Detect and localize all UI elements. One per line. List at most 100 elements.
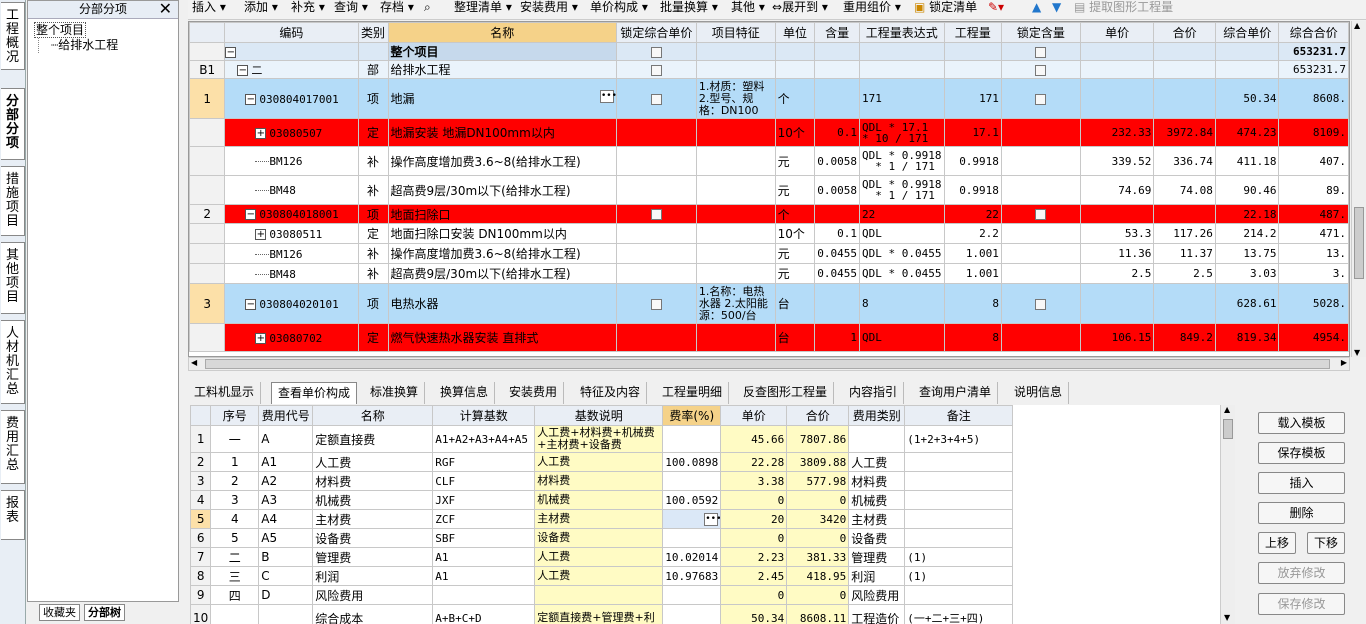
tab-description-info[interactable]: 说明信息 bbox=[1008, 382, 1070, 404]
row-index[interactable]: 9 bbox=[190, 585, 212, 605]
code-cell[interactable]: − bbox=[224, 42, 359, 61]
unit-price-cell[interactable]: 22.28 bbox=[720, 452, 788, 472]
note-cell[interactable] bbox=[904, 528, 1014, 548]
cost-row[interactable]: 2 1 A1 人工费 RGF 人工费 100.0898 22.28 3809.88 人工费 bbox=[190, 452, 1014, 472]
vtab-divisional-items[interactable]: 分部分项 bbox=[1, 88, 25, 160]
hscroll-thumb[interactable] bbox=[205, 359, 1330, 369]
type-cell[interactable]: 项 bbox=[357, 78, 389, 119]
price-cell[interactable] bbox=[1079, 60, 1155, 79]
quantity-cell[interactable] bbox=[943, 42, 1002, 61]
row-index[interactable]: 8 bbox=[190, 566, 212, 586]
col-unit[interactable]: 单位 bbox=[774, 22, 816, 43]
comp-price-cell[interactable]: 474.23 bbox=[1214, 118, 1280, 147]
quantity-cell[interactable]: 1.001 bbox=[943, 243, 1002, 264]
rate-cell[interactable]: 10.02014 bbox=[662, 547, 722, 567]
cost-code-cell[interactable]: A bbox=[258, 425, 314, 453]
lock-price-cell[interactable] bbox=[615, 323, 697, 352]
cost-name-cell[interactable]: 机械费 bbox=[312, 490, 434, 510]
expression-cell[interactable]: QDL * 17.1 * 10 / 171 bbox=[859, 118, 945, 147]
tab-query-user-list[interactable]: 查询用户清单 bbox=[913, 382, 999, 404]
bill-row[interactable]: BM48 补超高费9层/30m以下(给排水工程) 元 0.0058 QDL * 0.99… bbox=[189, 175, 1349, 205]
cost-code-cell[interactable]: A1 bbox=[258, 452, 314, 472]
collapse-icon[interactable]: − bbox=[245, 298, 257, 310]
lock-ratio-checkbox[interactable] bbox=[1035, 93, 1047, 105]
total-cell[interactable] bbox=[1153, 60, 1216, 79]
tab-content-guide[interactable]: 内容指引 bbox=[843, 382, 905, 404]
row-index[interactable]: 4 bbox=[190, 490, 212, 510]
features-cell[interactable]: 1.名称：电热水器 2.太阳能源：500/台 bbox=[695, 283, 776, 324]
arrow-up-icon[interactable]: ▲ bbox=[1032, 0, 1041, 14]
total-cell[interactable]: 336.74 bbox=[1153, 146, 1216, 176]
cost-row[interactable]: 7 二 B 管理费 A1 人工费 10.02014 2.23 381.33 管理费 (1) bbox=[190, 547, 1014, 567]
comp-price-cell[interactable]: 13.75 bbox=[1214, 243, 1280, 264]
comp-price-cell[interactable]: 50.34 bbox=[1214, 78, 1280, 119]
unit-price-cell[interactable]: 45.66 bbox=[720, 425, 788, 453]
features-cell[interactable] bbox=[695, 204, 776, 224]
bill-row[interactable]: 3−030804020101 项电热水器 1.名称：电热水器 2.太阳能源：500/… bbox=[189, 283, 1349, 324]
expression-cell[interactable]: QDL * 0.9918 * 1 / 171 bbox=[859, 146, 945, 176]
load-template-button[interactable]: 载入模板 bbox=[1258, 412, 1345, 434]
collapse-icon[interactable]: − bbox=[225, 46, 237, 58]
col-cost-code[interactable]: 费用代号 bbox=[258, 405, 314, 426]
col-seq[interactable]: 序号 bbox=[210, 405, 260, 426]
base-cell[interactable]: A1 bbox=[432, 547, 536, 567]
total-cell[interactable] bbox=[1153, 283, 1216, 324]
code-cell[interactable]: BM126 bbox=[224, 146, 359, 176]
base-desc-cell[interactable]: 机械费 bbox=[534, 490, 664, 510]
vtab-cost-summary[interactable]: 费用汇总 bbox=[1, 410, 25, 484]
scroll-up-icon[interactable]: ▲ bbox=[1354, 21, 1360, 30]
cost-row[interactable]: 4 3 A3 机械费 JXF 机械费 100.0592 0 0 机械费 bbox=[190, 490, 1014, 510]
collapse-icon[interactable]: − bbox=[245, 93, 257, 105]
col-type[interactable]: 类别 bbox=[357, 22, 389, 43]
cost-name-cell[interactable]: 主材费 bbox=[312, 509, 434, 529]
lock-price-cell[interactable] bbox=[615, 42, 697, 61]
ratio-cell[interactable] bbox=[814, 60, 861, 79]
note-cell[interactable]: (一+二+三+四) bbox=[904, 604, 1014, 624]
quantity-cell[interactable]: 171 bbox=[943, 78, 1002, 119]
lock-ratio-cell[interactable] bbox=[1000, 175, 1081, 205]
lock-price-cell[interactable] bbox=[615, 60, 697, 79]
seq-cell[interactable]: 二 bbox=[210, 547, 260, 567]
unit-cell[interactable]: 元 bbox=[774, 243, 816, 264]
note-cell[interactable] bbox=[904, 471, 1014, 491]
toolbar-add[interactable]: 添加 ▾ bbox=[244, 0, 278, 14]
total-cell[interactable]: 849.2 bbox=[1153, 323, 1216, 352]
sum-cell[interactable]: 577.98 bbox=[786, 471, 850, 491]
bill-row[interactable]: BM126 补操作高度增加费3.6~8(给排水工程) 元 0.0455 QDL * 0.… bbox=[189, 243, 1349, 264]
rate-cell[interactable]: ••• bbox=[662, 509, 722, 529]
unit-cell[interactable] bbox=[774, 42, 816, 61]
col-comp-total[interactable]: 综合合价 bbox=[1278, 22, 1349, 43]
comp-total-cell[interactable]: 8608. bbox=[1278, 78, 1349, 119]
row-number[interactable] bbox=[189, 323, 226, 352]
bill-row[interactable]: +03080507 定地漏安装 地漏DN100mm以内 10个 0.1 QDL * 17… bbox=[189, 118, 1349, 147]
row-number[interactable] bbox=[189, 263, 226, 284]
name-cell[interactable]: 地漏 ••• bbox=[387, 78, 617, 119]
row-index[interactable]: 10 bbox=[190, 604, 212, 624]
expand-icon[interactable]: + bbox=[255, 332, 267, 344]
sum-cell[interactable]: 3420 bbox=[786, 509, 850, 529]
type-cell[interactable] bbox=[357, 42, 389, 61]
base-cell[interactable] bbox=[432, 585, 536, 605]
ratio-cell[interactable] bbox=[814, 42, 861, 61]
tab-install-cost[interactable]: 安装费用 bbox=[503, 382, 565, 404]
row-number[interactable] bbox=[189, 42, 226, 61]
note-cell[interactable]: (1+2+3+4+5) bbox=[904, 425, 1014, 453]
col-ratio[interactable]: 含量 bbox=[814, 22, 861, 43]
ellipsis-button[interactable]: ••• bbox=[599, 90, 615, 103]
toolbar-expand-to[interactable]: ⇔展开到 ▾ bbox=[772, 0, 828, 14]
col-base[interactable]: 计算基数 bbox=[432, 405, 536, 426]
unit-price-cell[interactable]: 2.45 bbox=[720, 566, 788, 586]
seq-cell[interactable]: 4 bbox=[210, 509, 260, 529]
sum-cell[interactable]: 8608.11 bbox=[786, 604, 850, 624]
row-index[interactable]: 2 bbox=[190, 452, 212, 472]
seq-cell[interactable]: 四 bbox=[210, 585, 260, 605]
row-index[interactable]: 3 bbox=[190, 471, 212, 491]
features-cell[interactable] bbox=[695, 175, 776, 205]
cost-name-cell[interactable]: 人工费 bbox=[312, 452, 434, 472]
toolbar-supplement[interactable]: 补充 ▾ bbox=[291, 0, 325, 14]
bill-row[interactable]: BM48 补超高费9层/30m以下(给排水工程) 元 0.0455 QDL * 0.04… bbox=[189, 263, 1349, 284]
bill-row[interactable]: +03080702 定燃气快速热水器安装 直排式 台 1 QDL 8 106.15 849.2… bbox=[189, 323, 1349, 352]
expression-cell[interactable]: QDL * 0.0455 bbox=[859, 263, 945, 284]
paint-icon[interactable]: ✎▾ bbox=[988, 0, 1004, 14]
cost-name-cell[interactable]: 管理费 bbox=[312, 547, 434, 567]
